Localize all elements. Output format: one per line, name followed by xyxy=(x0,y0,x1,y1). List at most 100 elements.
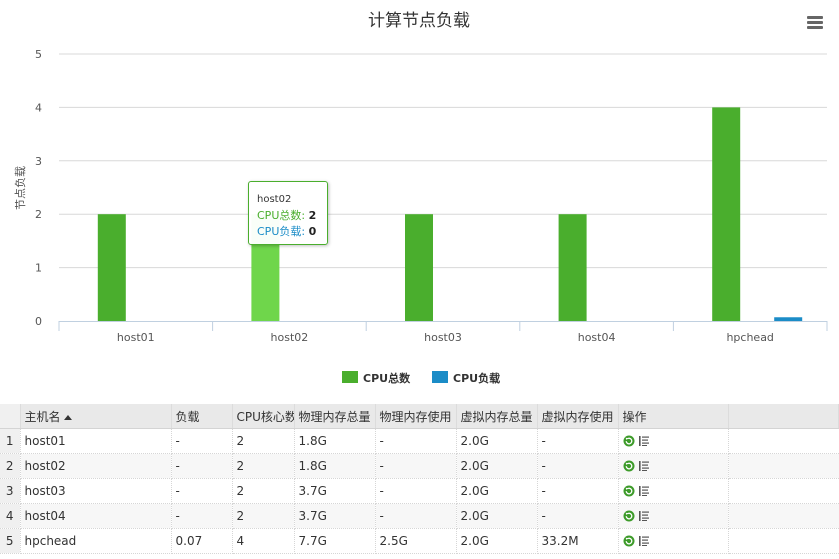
refresh-icon[interactable] xyxy=(623,510,635,522)
bar-cpu-total-host01[interactable] xyxy=(97,214,126,321)
cell-pmem-total: 1.8G xyxy=(294,453,376,479)
cell-pmem-total: 3.7G xyxy=(294,478,376,504)
cell-load: - xyxy=(171,503,233,529)
cell-pmem-used: - xyxy=(375,478,457,504)
column-header-vmem-used[interactable]: 虚拟内存使用 xyxy=(537,404,619,429)
chart-title: 计算节点负载 xyxy=(368,11,470,31)
cell-filler xyxy=(728,428,839,454)
bar-cpu-total-host04[interactable] xyxy=(558,214,587,321)
refresh-icon[interactable] xyxy=(623,485,635,497)
cell-actions xyxy=(618,453,729,479)
y-tick-label: 3 xyxy=(35,155,42,168)
bar-cpu-load-hpchead[interactable] xyxy=(774,317,803,321)
cell-vmem-used: - xyxy=(537,428,619,454)
refresh-icon[interactable] xyxy=(623,535,635,547)
cell-actions xyxy=(618,503,729,529)
table-row[interactable]: 5 hpchead 0.07 4 7.7G 2.5G 2.0G 33.2M xyxy=(0,528,839,554)
cell-filler xyxy=(728,478,839,504)
cell-vmem-used: 33.2M xyxy=(537,528,619,554)
cell-pmem-used: - xyxy=(375,428,457,454)
x-tick-label: host04 xyxy=(578,331,616,344)
cell-pmem-total: 1.8G xyxy=(294,428,376,454)
row-number: 5 xyxy=(0,528,21,554)
cell-load: - xyxy=(171,478,233,504)
column-header-hostname[interactable]: 主机名 xyxy=(20,404,172,429)
bar-cpu-total-host03[interactable] xyxy=(405,214,433,321)
tooltip-title: host02 xyxy=(257,194,292,205)
cell-pmem-total: 3.7G xyxy=(294,503,376,529)
cell-cpu-cores: 2 xyxy=(232,428,295,454)
cell-load: - xyxy=(171,453,233,479)
cell-pmem-total: 7.7G xyxy=(294,528,376,554)
refresh-icon[interactable] xyxy=(623,435,635,447)
legend[interactable]: CPU总数 CPU负载 xyxy=(342,371,500,385)
list-icon[interactable] xyxy=(638,460,650,472)
cell-hostname: host02 xyxy=(20,453,172,479)
cell-vmem-total: 2.0G xyxy=(456,478,538,504)
list-icon[interactable] xyxy=(638,485,650,497)
legend-label[interactable]: CPU负载 xyxy=(453,371,500,385)
y-tick-label: 5 xyxy=(35,48,42,61)
column-header-vmem-total[interactable]: 虚拟内存总量 xyxy=(456,404,538,429)
y-axis-label: 节点负载 xyxy=(13,166,27,210)
table-row[interactable]: 1 host01-2 1.8G -2.0G - xyxy=(0,428,839,454)
cell-cpu-cores: 2 xyxy=(232,503,295,529)
list-icon[interactable] xyxy=(638,510,650,522)
cell-hostname: host01 xyxy=(20,428,172,454)
cell-load: - xyxy=(171,428,233,454)
cell-pmem-used: 2.5G xyxy=(375,528,457,554)
y-tick-label: 4 xyxy=(35,101,42,114)
list-icon[interactable] xyxy=(638,435,650,447)
cell-hostname: host04 xyxy=(20,503,172,529)
list-icon[interactable] xyxy=(638,535,650,547)
column-header-actions: 操作 xyxy=(618,404,729,429)
x-tick-label: host01 xyxy=(117,331,155,344)
table-row[interactable]: 2 host02-2 1.8G -2.0G - xyxy=(0,453,839,479)
tooltip-cpu-total-label: CPU总数: xyxy=(257,209,306,222)
table-header-row: 主机名 负载 CPU核心数 物理内存总量 物理内存使用 虚拟内存总量 虚拟内存使… xyxy=(0,404,839,429)
y-tick-label: 1 xyxy=(35,262,42,275)
cell-load: 0.07 xyxy=(171,528,233,554)
legend-label[interactable]: CPU总数 xyxy=(363,371,411,385)
cell-filler xyxy=(728,528,839,554)
legend-swatch[interactable] xyxy=(342,371,358,383)
refresh-icon[interactable] xyxy=(623,460,635,472)
column-header-label: 主机名 xyxy=(24,409,61,424)
cell-vmem-used: - xyxy=(537,503,619,529)
x-tick-label: host03 xyxy=(424,331,462,344)
cell-cpu-cores: 4 xyxy=(232,528,295,554)
cell-vmem-used: - xyxy=(537,478,619,504)
cell-actions xyxy=(618,428,729,454)
table-row[interactable]: 4 host04-2 3.7G -2.0G - xyxy=(0,503,839,529)
cell-actions xyxy=(618,528,729,554)
chart-menu-icon[interactable] xyxy=(807,16,823,30)
x-tick-label: hpchead xyxy=(726,331,773,344)
cell-vmem-total: 2.0G xyxy=(456,453,538,479)
column-header-pmem-total[interactable]: 物理内存总量 xyxy=(294,404,376,429)
cell-cpu-cores: 2 xyxy=(232,478,295,504)
row-number-header xyxy=(0,404,21,429)
y-tick-labels: 0 1 2 3 4 5 xyxy=(35,48,42,328)
row-number: 1 xyxy=(0,428,21,454)
cell-vmem-total: 2.0G xyxy=(456,528,538,554)
bar-cpu-total-hpchead[interactable] xyxy=(712,107,741,322)
cell-vmem-total: 2.0G xyxy=(456,503,538,529)
cell-vmem-used: - xyxy=(537,453,619,479)
cell-pmem-used: - xyxy=(375,453,457,479)
cell-filler xyxy=(728,453,839,479)
sort-asc-icon xyxy=(63,414,72,420)
row-number: 2 xyxy=(0,453,21,479)
cell-hostname: hpchead xyxy=(20,528,172,554)
column-header-filler xyxy=(728,404,839,429)
grid-lines xyxy=(59,53,827,269)
y-tick-label: 0 xyxy=(35,315,42,328)
cell-hostname: host03 xyxy=(20,478,172,504)
column-header-pmem-used[interactable]: 物理内存使用 xyxy=(375,404,457,429)
column-header-cpu-cores[interactable]: CPU核心数 xyxy=(232,404,295,429)
table-row[interactable]: 3 host03-2 3.7G -2.0G - xyxy=(0,478,839,504)
legend-swatch[interactable] xyxy=(432,371,448,383)
x-tick-label: host02 xyxy=(271,331,309,344)
column-header-load[interactable]: 负载 xyxy=(171,404,233,429)
row-number: 4 xyxy=(0,503,21,529)
bar-chart: 计算节点负载 节点负载 012345 host01 host02 host03 hos… xyxy=(13,11,828,385)
